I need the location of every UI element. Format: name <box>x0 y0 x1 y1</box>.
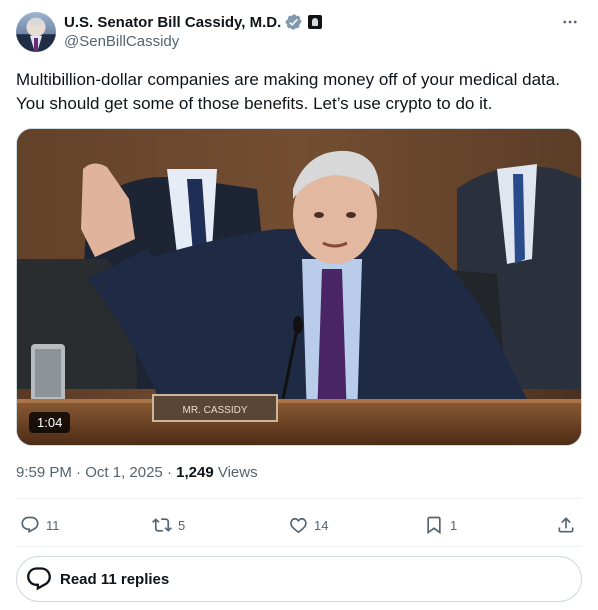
author-display-name[interactable]: U.S. Senator Bill Cassidy, M.D. <box>64 14 281 31</box>
name-row: U.S. Senator Bill Cassidy, M.D. <box>64 12 323 32</box>
avatar-tie <box>34 38 38 52</box>
read-replies-label: Read 11 replies <box>60 570 170 588</box>
video-duration: 1:04 <box>29 412 71 433</box>
video-frame: MR. CASSIDY <box>17 129 581 445</box>
heart-icon <box>290 517 307 534</box>
video-nameplate-text: MR. CASSIDY <box>182 405 247 416</box>
post-header: U.S. Senator Bill Cassidy, M.D. @SenBill… <box>16 10 582 56</box>
meta-separator: · <box>166 464 172 481</box>
repost-button[interactable]: 5 <box>152 510 185 540</box>
post-time[interactable]: 9:59 PM <box>16 464 72 481</box>
divider <box>16 498 582 499</box>
repost-icon <box>152 518 172 532</box>
read-replies-button[interactable]: Read 11 replies <box>16 556 582 602</box>
views-label: Views <box>217 464 258 481</box>
share-button[interactable] <box>556 510 576 540</box>
meta-separator: · <box>76 464 82 481</box>
repost-count: 5 <box>178 517 186 533</box>
reply-icon <box>21 516 39 534</box>
speech-bubble-icon <box>27 567 51 591</box>
action-bar: 11 5 14 1 <box>16 510 582 540</box>
reply-count: 11 <box>46 517 60 533</box>
avatar[interactable] <box>16 12 56 52</box>
reply-button[interactable]: 11 <box>20 510 60 540</box>
views-count: 1,249 <box>176 464 214 481</box>
more-options-icon[interactable] <box>560 12 580 32</box>
video-player[interactable]: MR. CASSIDY 1:04 <box>16 128 582 446</box>
bookmark-icon <box>427 516 441 535</box>
like-count: 14 <box>314 517 329 533</box>
verified-badge-icon[interactable] <box>285 13 303 31</box>
post-meta: 9:59 PM · Oct 1, 2025 · 1,249 Views <box>16 464 258 481</box>
author-handle[interactable]: @SenBillCassidy <box>64 33 179 50</box>
government-affiliation-icon[interactable] <box>308 15 323 29</box>
share-icon <box>558 517 574 533</box>
post-date[interactable]: Oct 1, 2025 <box>85 464 163 481</box>
post-text: Multibillion-dollar companies are making… <box>16 70 560 113</box>
bookmark-count: 1 <box>450 517 458 533</box>
bookmark-button[interactable]: 1 <box>424 510 457 540</box>
like-button[interactable]: 14 <box>288 510 328 540</box>
divider <box>16 546 582 547</box>
avatar-hair <box>29 18 43 25</box>
